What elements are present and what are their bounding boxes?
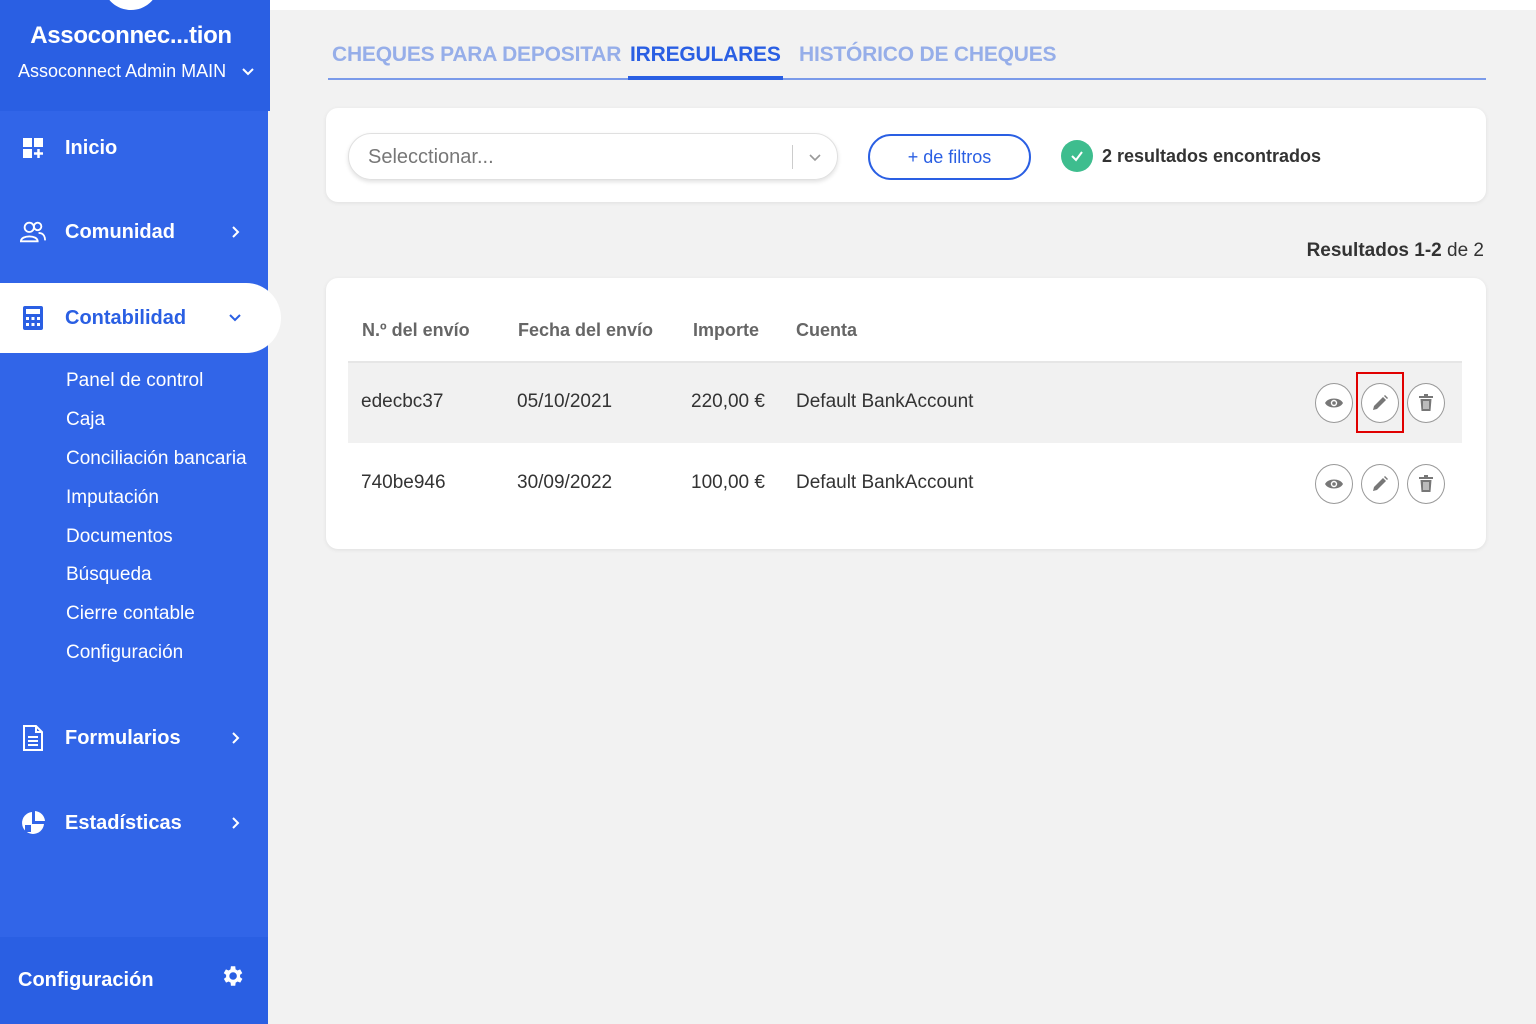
nav-label-formularios: Formularios bbox=[65, 726, 181, 749]
subnav-caja[interactable]: Caja bbox=[66, 405, 247, 444]
chevron-down-icon bbox=[229, 314, 241, 322]
tab-irregulares[interactable]: IRREGULARES bbox=[628, 43, 783, 80]
top-bar bbox=[270, 0, 1536, 10]
settings-label: Configuración bbox=[18, 969, 154, 991]
chevron-down-icon[interactable] bbox=[807, 150, 823, 166]
edit-button[interactable] bbox=[1361, 464, 1399, 504]
nav-label-inicio: Inicio bbox=[65, 136, 118, 159]
nav-item-formularios[interactable]: Formularios bbox=[0, 708, 268, 768]
pagination-range: Resultados 1-2 bbox=[1306, 240, 1442, 261]
cell-fecha: 05/10/2021 bbox=[517, 391, 613, 412]
gear-icon[interactable] bbox=[219, 963, 245, 989]
view-button[interactable] bbox=[1315, 464, 1353, 504]
column-header-importe: Importe bbox=[693, 320, 760, 340]
select-separator bbox=[792, 145, 793, 169]
delete-button[interactable] bbox=[1407, 464, 1445, 504]
stats-icon bbox=[20, 810, 46, 836]
settings-footer[interactable]: Configuración bbox=[0, 937, 268, 1024]
calculator-icon bbox=[20, 305, 46, 331]
subnav-conciliacion-bancaria[interactable]: Conciliación bancaria bbox=[66, 444, 247, 483]
sidebar: Assoconnec...tion Assoconnect Admin MAIN… bbox=[0, 0, 281, 1024]
check-icon bbox=[1061, 140, 1093, 172]
filter-select[interactable]: Selecctionar... bbox=[348, 133, 838, 180]
tab-cheques-para-depositar[interactable]: CHEQUES PARA DEPOSITAR bbox=[330, 43, 623, 80]
trash-icon bbox=[1419, 394, 1433, 411]
dashboard-icon bbox=[20, 135, 46, 161]
table-row: edecbc37 05/10/2021 220,00 € Default Ban… bbox=[348, 363, 1462, 443]
subnav-configuracion[interactable]: Configuración bbox=[66, 638, 247, 677]
delete-button[interactable] bbox=[1407, 383, 1445, 423]
table-row: 740be946 30/09/2022 100,00 € Default Ban… bbox=[348, 444, 1462, 524]
nav-item-comunidad[interactable]: Comunidad bbox=[0, 202, 268, 262]
subnav-busqueda[interactable]: Búsqueda bbox=[66, 560, 247, 599]
cell-envio: edecbc37 bbox=[361, 391, 444, 412]
tab-historico-de-cheques[interactable]: HISTÓRICO DE CHEQUES bbox=[797, 43, 1058, 80]
eye-icon bbox=[1325, 398, 1343, 408]
nav-label-estadisticas: Estadísticas bbox=[65, 811, 182, 834]
form-icon bbox=[20, 725, 46, 751]
trash-icon bbox=[1419, 475, 1433, 492]
eye-icon bbox=[1325, 479, 1343, 489]
chevron-right-icon bbox=[232, 226, 240, 238]
column-header-envio: N.º del envío bbox=[362, 320, 470, 340]
chevron-down-icon[interactable] bbox=[240, 64, 256, 80]
org-name: Assoconnec...tion bbox=[30, 22, 232, 49]
pencil-icon bbox=[1373, 476, 1388, 491]
cell-cuenta: Default BankAccount bbox=[796, 391, 974, 412]
results-found-text: 2 resultados encontrados bbox=[1102, 146, 1322, 166]
tab-bar: CHEQUES PARA DEPOSITAR IRREGULARES HISTÓ… bbox=[328, 40, 1486, 80]
subnav-panel-de-control[interactable]: Panel de control bbox=[66, 366, 247, 405]
more-filters-button[interactable]: + de filtros bbox=[868, 134, 1031, 180]
cell-cuenta: Default BankAccount bbox=[796, 472, 974, 493]
column-header-fecha: Fecha del envío bbox=[518, 320, 654, 340]
filter-bar: Selecctionar... + de filtros 2 resultado… bbox=[326, 108, 1486, 202]
organization-header[interactable]: Assoconnec...tion Assoconnect Admin MAIN bbox=[0, 0, 270, 111]
cell-envio: 740be946 bbox=[361, 472, 446, 493]
chevron-right-icon bbox=[232, 732, 240, 744]
subnav-documentos[interactable]: Documentos bbox=[66, 522, 247, 561]
nav-label-comunidad: Comunidad bbox=[65, 220, 175, 243]
contabilidad-submenu: Panel de control Caja Conciliación banca… bbox=[66, 366, 247, 677]
view-button[interactable] bbox=[1315, 383, 1353, 423]
cell-importe: 220,00 € bbox=[691, 391, 765, 412]
cell-importe: 100,00 € bbox=[691, 472, 765, 493]
edit-button-highlight bbox=[1356, 372, 1404, 433]
pagination-total: de 2 bbox=[1447, 240, 1484, 261]
nav-item-estadisticas[interactable]: Estadísticas bbox=[0, 793, 268, 853]
nav-item-contabilidad[interactable]: Contabilidad bbox=[0, 283, 281, 353]
select-placeholder: Selecctionar... bbox=[368, 146, 494, 168]
cell-fecha: 30/09/2022 bbox=[517, 472, 613, 493]
nav-label-contabilidad: Contabilidad bbox=[65, 306, 187, 329]
pagination-summary: Resultados 1-2 de 2 bbox=[1307, 240, 1484, 262]
subnav-cierre-contable[interactable]: Cierre contable bbox=[66, 599, 247, 638]
org-avatar bbox=[104, 0, 158, 10]
nav-item-inicio[interactable]: Inicio bbox=[0, 118, 268, 178]
org-account: Assoconnect Admin MAIN bbox=[18, 61, 227, 81]
column-header-cuenta: Cuenta bbox=[796, 320, 858, 340]
subnav-imputacion[interactable]: Imputación bbox=[66, 483, 247, 522]
community-icon bbox=[20, 219, 46, 245]
chevron-right-icon bbox=[232, 817, 240, 829]
cheques-table: N.º del envío Fecha del envío Importe Cu… bbox=[326, 278, 1486, 549]
